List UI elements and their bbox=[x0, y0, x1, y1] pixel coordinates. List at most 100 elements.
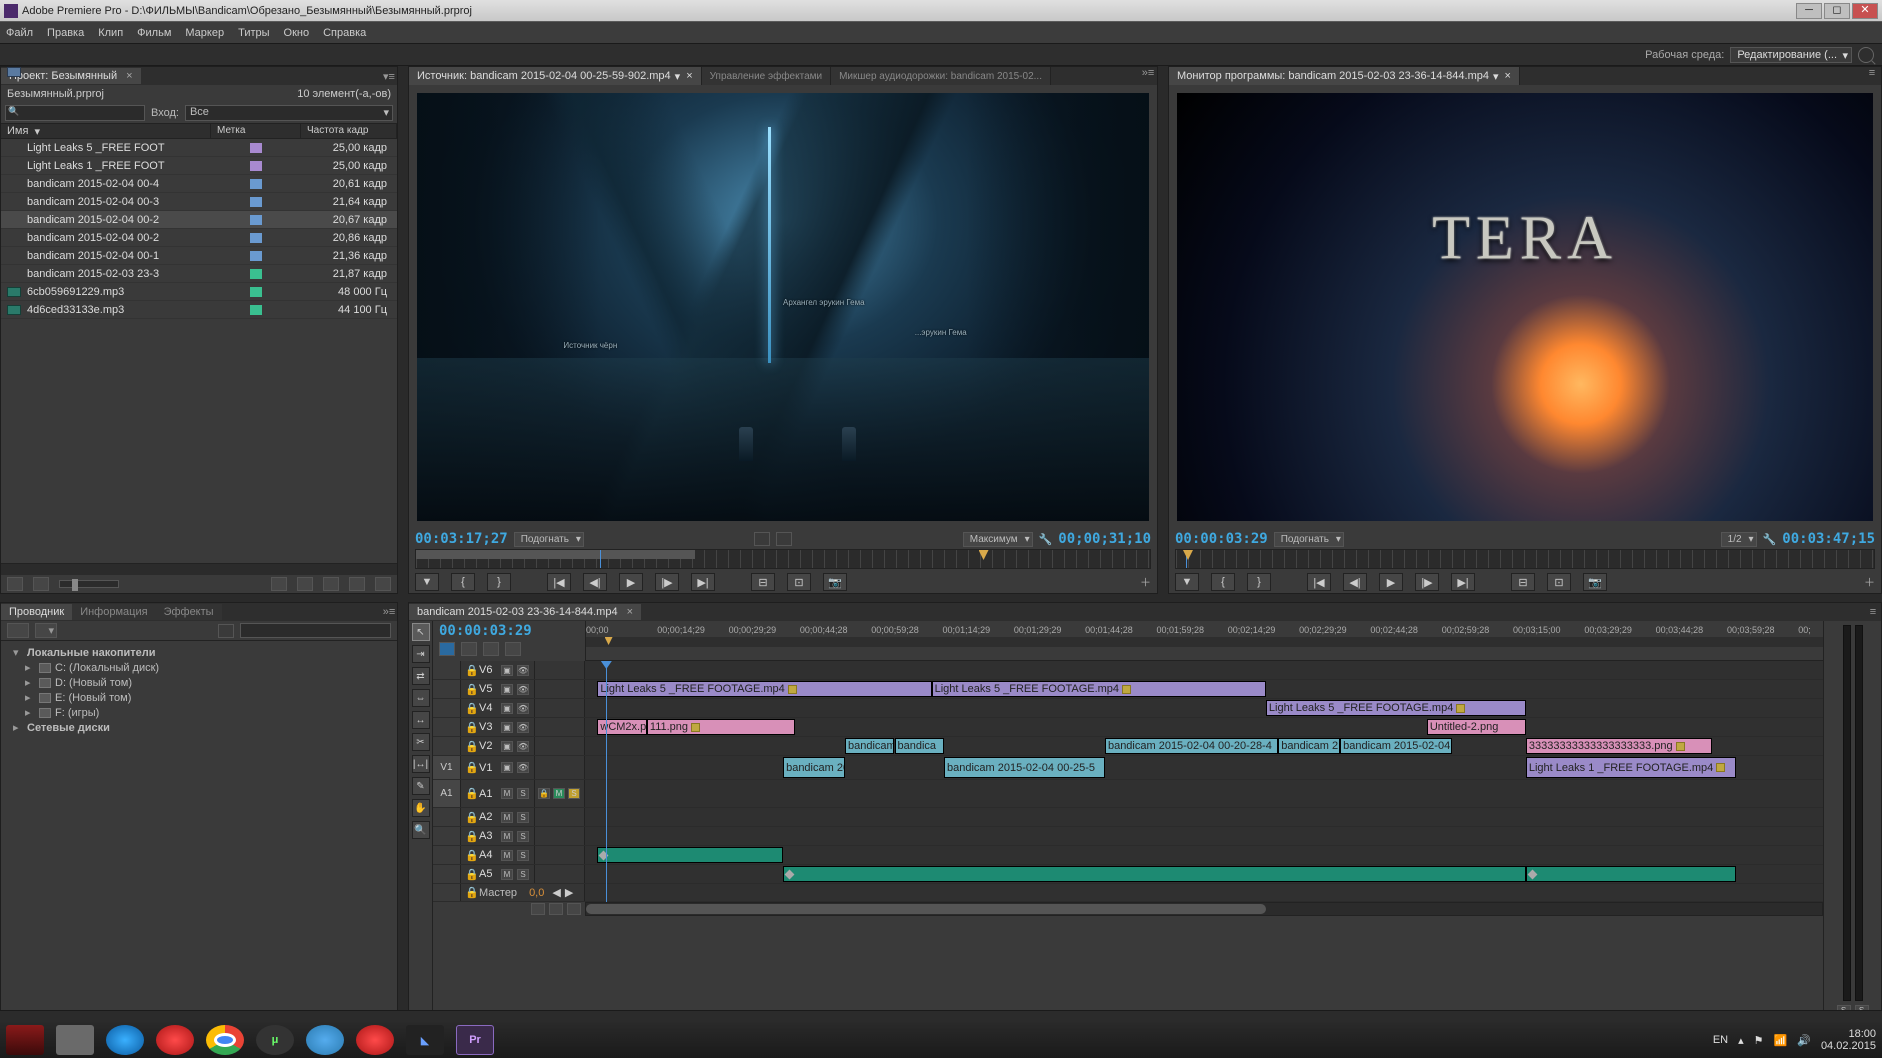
taskbar-wmp-icon[interactable] bbox=[106, 1025, 144, 1055]
program-viewport[interactable]: TERA bbox=[1177, 93, 1873, 521]
taskbar-premiere-icon[interactable]: Pr bbox=[456, 1025, 494, 1055]
tray-network-icon[interactable]: 📶 bbox=[1774, 1034, 1788, 1047]
sync-lock-icon[interactable]: ▣ bbox=[501, 722, 513, 733]
lock-icon[interactable]: 🔒 bbox=[465, 664, 475, 677]
eye-icon[interactable]: 👁 bbox=[517, 703, 529, 714]
project-item[interactable]: bandicam 2015-02-04 00-2 20,67 кадр bbox=[1, 211, 397, 229]
close-icon[interactable]: × bbox=[126, 70, 132, 82]
taskbar-utorrent-icon[interactable]: μ bbox=[256, 1025, 294, 1055]
eye-icon[interactable]: 👁 bbox=[517, 741, 529, 752]
browser-search-input[interactable] bbox=[240, 623, 391, 638]
search-icon[interactable] bbox=[1858, 47, 1874, 63]
clip[interactable]: bandicam 2015-02-04 00-20-28-4 bbox=[1105, 738, 1278, 754]
track-lane[interactable]: wCM2x.png111.pngUntitled-2.png bbox=[585, 718, 1823, 736]
rolling-tool-icon[interactable]: ⇔ bbox=[412, 689, 430, 707]
project-item[interactable]: bandicam 2015-02-03 23-3 21,87 кадр bbox=[1, 265, 397, 283]
menu-Файл[interactable]: Файл bbox=[6, 27, 33, 39]
snap-icon[interactable] bbox=[439, 642, 455, 656]
sequence-tab[interactable]: bandicam 2015-02-03 23-36-14-844.mp4 × bbox=[409, 604, 641, 620]
goto-in-icon[interactable]: |◀ bbox=[1307, 573, 1331, 591]
output-icon[interactable] bbox=[776, 532, 792, 546]
browser-tab[interactable]: Проводник bbox=[1, 604, 72, 620]
track-header[interactable]: 🔒V2▣👁 bbox=[461, 737, 535, 755]
info-tab[interactable]: Информация bbox=[72, 604, 155, 620]
project-item[interactable]: bandicam 2015-02-04 00-1 21,36 кадр bbox=[1, 247, 397, 265]
tray-flag-icon[interactable]: ⚑ bbox=[1754, 1034, 1764, 1047]
track-header[interactable]: 🔒A5MS bbox=[461, 865, 535, 883]
minimize-button[interactable]: ─ bbox=[1796, 3, 1822, 19]
panel-menu-icon[interactable]: »≡ bbox=[381, 606, 397, 618]
track-lane[interactable]: bandicam 20bandicam 2015-02-04 00-25-5Li… bbox=[585, 756, 1823, 779]
clip[interactable] bbox=[1526, 866, 1736, 882]
source-fit-dropdown[interactable]: Подогнать bbox=[514, 532, 584, 547]
src-patch[interactable] bbox=[433, 865, 461, 883]
mute-button[interactable]: M bbox=[501, 812, 513, 823]
mute-button[interactable]: M bbox=[501, 869, 513, 880]
clip[interactable]: bandica bbox=[895, 738, 945, 754]
track-lane[interactable] bbox=[585, 827, 1823, 845]
solo-button[interactable]: S bbox=[517, 831, 529, 842]
tree-drive[interactable]: ▸C: (Локальный диск) bbox=[7, 660, 391, 675]
src-patch[interactable] bbox=[433, 699, 461, 717]
clip[interactable]: 33333333333333333333.png bbox=[1526, 738, 1712, 754]
filter-icon[interactable] bbox=[218, 624, 234, 638]
mark-in-icon[interactable]: ▼ bbox=[415, 573, 439, 591]
pen-tool-icon[interactable]: ✎ bbox=[412, 777, 430, 795]
eye-icon[interactable]: 👁 bbox=[517, 665, 529, 676]
track-lane[interactable] bbox=[585, 846, 1823, 864]
track-header[interactable]: 🔒V3▣👁 bbox=[461, 718, 535, 736]
timeline-h-scrollbar[interactable] bbox=[585, 902, 1823, 916]
taskbar-opera2-icon[interactable] bbox=[356, 1025, 394, 1055]
src-patch-a1[interactable]: A1 bbox=[433, 780, 461, 807]
clip[interactable]: bandicam 2 bbox=[1278, 738, 1340, 754]
step-fwd-icon[interactable]: |▶ bbox=[655, 573, 679, 591]
close-icon[interactable]: × bbox=[627, 606, 633, 618]
goto-out-icon[interactable]: ▶| bbox=[1451, 573, 1475, 591]
tree-drive[interactable]: ▸D: (Новый том) bbox=[7, 675, 391, 690]
goto-out-icon[interactable]: ▶| bbox=[691, 573, 715, 591]
extract-icon[interactable]: ⊡ bbox=[1547, 573, 1571, 591]
menu-Правка[interactable]: Правка bbox=[47, 27, 84, 39]
effect-controls-tab[interactable]: Управление эффектами bbox=[702, 67, 831, 85]
clip[interactable]: Light Leaks 5 _FREE FOOTAGE.mp4 bbox=[932, 681, 1266, 697]
zoom-slider[interactable] bbox=[59, 580, 119, 588]
src-patch[interactable] bbox=[433, 846, 461, 864]
src-patch[interactable] bbox=[433, 718, 461, 736]
automate-to-seq-icon[interactable] bbox=[271, 577, 287, 591]
tray-volume-icon[interactable]: 🔊 bbox=[1797, 1034, 1811, 1047]
tl-view-icon[interactable] bbox=[549, 903, 563, 915]
selection-tool-icon[interactable]: ↖ bbox=[412, 623, 430, 641]
mark-in-icon[interactable]: ▼ bbox=[1175, 573, 1199, 591]
step-fwd-icon[interactable]: |▶ bbox=[1415, 573, 1439, 591]
project-h-scrollbar[interactable] bbox=[1, 563, 397, 575]
col-label[interactable]: Метка bbox=[211, 124, 301, 138]
src-patch[interactable] bbox=[433, 808, 461, 826]
wrench-icon[interactable]: 🔧 bbox=[1763, 533, 1777, 546]
close-icon[interactable]: × bbox=[686, 70, 692, 82]
eye-icon[interactable]: 👁 bbox=[517, 722, 529, 733]
effects-tab[interactable]: Эффекты bbox=[156, 604, 222, 620]
play-button[interactable]: ▶ bbox=[1379, 573, 1403, 591]
src-patch-v1[interactable]: V1 bbox=[433, 756, 461, 779]
clip[interactable]: wCM2x.png bbox=[597, 719, 647, 735]
pan-right-icon[interactable]: ▶ bbox=[565, 886, 573, 899]
menu-Клип[interactable]: Клип bbox=[98, 27, 123, 39]
lock-icon[interactable]: 🔒 bbox=[465, 702, 475, 715]
export-frame-icon[interactable]: 📷 bbox=[823, 573, 847, 591]
project-item[interactable]: Light Leaks 1 _FREE FOOT 25,00 кадр bbox=[1, 157, 397, 175]
program-out-timecode[interactable]: 00:03:47;15 bbox=[1782, 531, 1875, 547]
razor-tool-icon[interactable]: ✂ bbox=[412, 733, 430, 751]
step-back-icon[interactable]: ◀| bbox=[1343, 573, 1367, 591]
clip[interactable]: Untitled-2.png bbox=[1427, 719, 1526, 735]
src-patch[interactable] bbox=[433, 827, 461, 845]
clip[interactable]: bandicam 2015-02-04 00-25-5 bbox=[944, 757, 1105, 778]
src-patch[interactable] bbox=[433, 661, 461, 679]
source-out-timecode[interactable]: 00;00;31;10 bbox=[1058, 531, 1151, 547]
program-tab[interactable]: Монитор программы: bandicam 2015-02-03 2… bbox=[1169, 67, 1520, 85]
pan-left-icon[interactable]: ◀ bbox=[552, 886, 560, 899]
menu-Фильм[interactable]: Фильм bbox=[137, 27, 171, 39]
lock-icon[interactable]: 🔒 bbox=[465, 868, 475, 881]
source-tab-active[interactable]: Источник: bandicam 2015-02-04 00-25-59-9… bbox=[409, 67, 702, 85]
col-name[interactable]: Имя ▾ bbox=[1, 124, 211, 138]
mute-button[interactable]: M bbox=[553, 788, 565, 799]
